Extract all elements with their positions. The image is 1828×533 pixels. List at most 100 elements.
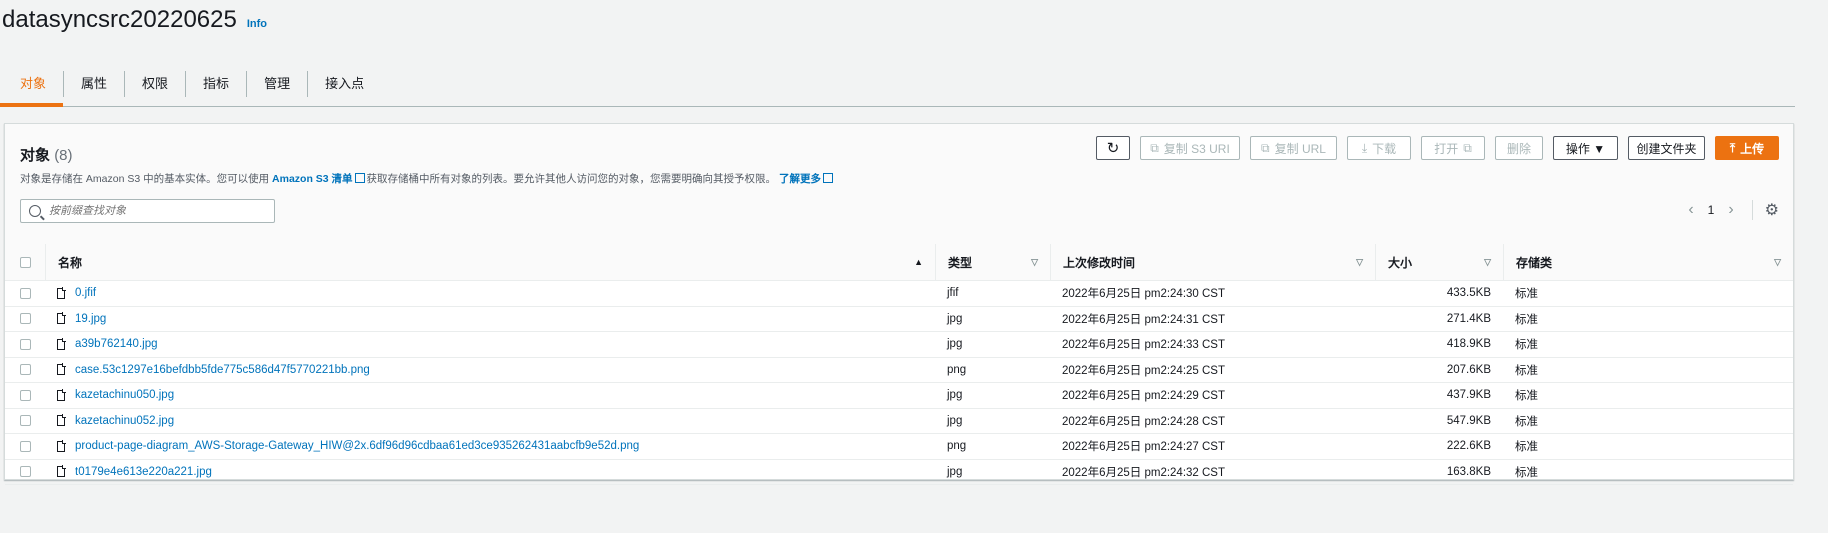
size-cell: 437.9KB bbox=[1375, 382, 1503, 409]
row-select-cell bbox=[5, 459, 45, 485]
col-storage-label: 存储类 bbox=[1516, 255, 1553, 270]
external-link-icon bbox=[354, 173, 365, 183]
tab-metrics[interactable]: 指标 bbox=[185, 71, 246, 97]
name-cell: kazetachinu050.jpg bbox=[45, 382, 935, 409]
copy-s3-uri-button[interactable]: ⧉ 复制 S3 URI bbox=[1140, 136, 1240, 160]
row-select-cell bbox=[5, 306, 45, 332]
col-modified-label: 上次修改时间 bbox=[1063, 255, 1136, 270]
inventory-link[interactable]: Amazon S3 清单 bbox=[272, 173, 353, 185]
tab-management[interactable]: 管理 bbox=[246, 71, 307, 97]
table-row: case.53c1297e16befdbb5fde775c586d47f5770… bbox=[5, 357, 1793, 383]
row-checkbox[interactable] bbox=[19, 338, 31, 350]
col-header-storage[interactable]: 存储类 ▽ bbox=[1503, 244, 1793, 281]
file-icon bbox=[57, 414, 66, 427]
search-input[interactable] bbox=[47, 204, 251, 218]
tab-permissions[interactable]: 权限 bbox=[124, 71, 185, 97]
name-cell: 0.jfif bbox=[45, 280, 935, 307]
size-cell: 271.4KB bbox=[1375, 306, 1503, 332]
object-name-link[interactable]: kazetachinu050.jpg bbox=[75, 389, 174, 401]
col-header-name[interactable]: 名称 ▲ bbox=[45, 244, 935, 281]
search-icon bbox=[29, 205, 41, 217]
row-checkbox[interactable] bbox=[19, 466, 31, 478]
row-checkbox[interactable] bbox=[19, 415, 31, 427]
name-cell: kazetachinu052.jpg bbox=[45, 408, 935, 434]
row-checkbox[interactable] bbox=[19, 389, 31, 401]
object-name-link[interactable]: 0.jfif bbox=[75, 287, 96, 299]
storage-class-cell: 标准 bbox=[1503, 280, 1793, 307]
create-folder-button[interactable]: 创建文件夹 bbox=[1628, 136, 1705, 160]
chevron-left-icon[interactable]: ‹ bbox=[1688, 201, 1693, 219]
object-name-link[interactable]: product-page-diagram_AWS-Storage-Gateway… bbox=[75, 440, 639, 452]
col-header-size[interactable]: 大小 ▽ bbox=[1375, 244, 1503, 281]
copy-icon: ⧉ bbox=[1261, 140, 1270, 155]
row-checkbox[interactable] bbox=[19, 287, 31, 299]
object-name-link[interactable]: t0179e4e613e220a221.jpg bbox=[75, 466, 212, 478]
row-checkbox[interactable] bbox=[19, 364, 31, 376]
objects-title-text: 对象 bbox=[20, 147, 51, 164]
file-icon bbox=[57, 337, 66, 350]
row-select-cell bbox=[5, 357, 45, 383]
tab-access-points[interactable]: 接入点 bbox=[307, 71, 381, 97]
search-field[interactable] bbox=[20, 199, 275, 223]
row-select-cell bbox=[5, 408, 45, 434]
gear-icon[interactable]: ⚙ bbox=[1765, 200, 1779, 220]
page-number[interactable]: 1 bbox=[1708, 203, 1715, 217]
actions-dropdown[interactable]: 操作 ▼ bbox=[1553, 136, 1618, 160]
col-name-label: 名称 bbox=[58, 255, 83, 270]
copy-icon: ⧉ bbox=[1150, 140, 1159, 155]
name-cell: case.53c1297e16befdbb5fde775c586d47f5770… bbox=[45, 357, 935, 383]
col-header-modified[interactable]: 上次修改时间 ▽ bbox=[1050, 244, 1375, 281]
modified-cell: 2022年6月25日 pm2:24:30 CST bbox=[1050, 280, 1375, 307]
delete-button[interactable]: 删除 bbox=[1495, 136, 1543, 160]
storage-class-cell: 标准 bbox=[1503, 408, 1793, 434]
download-button[interactable]: ⤓ 下载 bbox=[1347, 136, 1411, 160]
object-name-link[interactable]: a39b762140.jpg bbox=[75, 338, 158, 350]
sort-icon: ▽ bbox=[1774, 256, 1781, 267]
type-cell: jpg bbox=[935, 408, 1050, 434]
upload-icon: ⤒ bbox=[1729, 140, 1736, 155]
sort-asc-icon: ▲ bbox=[914, 257, 923, 267]
learn-more-link[interactable]: 了解更多 bbox=[779, 173, 821, 185]
modified-cell: 2022年6月25日 pm2:24:33 CST bbox=[1050, 331, 1375, 358]
row-checkbox[interactable] bbox=[19, 440, 31, 452]
chevron-right-icon[interactable]: › bbox=[1728, 201, 1733, 219]
file-icon bbox=[57, 286, 66, 299]
table-row: a39b762140.jpg jpg 2022年6月25日 pm2:24:33 CS… bbox=[5, 331, 1793, 358]
objects-panel-header: 对象 (8) 对象是存储在 Amazon S3 中的基本实体。您可以使用 Ama… bbox=[5, 124, 1793, 245]
col-header-type[interactable]: 类型 ▽ bbox=[935, 244, 1050, 281]
row-select-cell bbox=[5, 382, 45, 409]
size-cell: 207.6KB bbox=[1375, 357, 1503, 383]
modified-cell: 2022年6月25日 pm2:24:31 CST bbox=[1050, 306, 1375, 332]
refresh-button[interactable]: ↻ bbox=[1096, 136, 1130, 160]
tab-objects[interactable]: 对象 bbox=[0, 71, 64, 107]
select-all-checkbox[interactable] bbox=[19, 256, 31, 268]
tab-properties[interactable]: 属性 bbox=[63, 71, 124, 97]
object-name-link[interactable]: 19.jpg bbox=[75, 313, 106, 325]
objects-description: 对象是存储在 Amazon S3 中的基本实体。您可以使用 Amazon S3 … bbox=[20, 171, 835, 186]
info-link[interactable]: Info bbox=[247, 18, 267, 30]
objects-title: 对象 (8) bbox=[20, 144, 73, 165]
col-size-label: 大小 bbox=[1388, 255, 1413, 270]
row-checkbox[interactable] bbox=[19, 313, 31, 325]
sort-icon: ▽ bbox=[1031, 256, 1038, 267]
table-row: kazetachinu052.jpg jpg 2022年6月25日 pm2:24:2… bbox=[5, 408, 1793, 434]
sort-icon: ▽ bbox=[1484, 256, 1491, 267]
type-cell: jpg bbox=[935, 459, 1050, 485]
modified-cell: 2022年6月25日 pm2:24:29 CST bbox=[1050, 382, 1375, 409]
upload-button[interactable]: ⤒ 上传 bbox=[1715, 136, 1779, 160]
table-header-row: 名称 ▲ 类型 ▽ 上次修改时间 ▽ 大小 ▽ 存储类 ▽ bbox=[5, 244, 1793, 281]
copy-url-label: 复制 URL bbox=[1274, 141, 1326, 156]
modified-cell: 2022年6月25日 pm2:24:32 CST bbox=[1050, 459, 1375, 485]
desc-text-1: 对象是存储在 Amazon S3 中的基本实体。您可以使用 bbox=[20, 173, 273, 185]
object-name-link[interactable]: kazetachinu052.jpg bbox=[75, 415, 174, 427]
open-button[interactable]: 打开 ⧉ bbox=[1421, 136, 1485, 160]
file-icon bbox=[57, 388, 66, 401]
toolbar: ↻ ⧉ 复制 S3 URI ⧉ 复制 URL ⤓ 下载 打开 ⧉ 删除 操作 ▼ 创建文… bbox=[1096, 136, 1779, 160]
page-header: datasyncsrc20220625 Info bbox=[2, 6, 267, 34]
object-name-link[interactable]: case.53c1297e16befdbb5fde775c586d47f5770… bbox=[75, 364, 370, 376]
size-cell: 433.5KB bbox=[1375, 280, 1503, 307]
copy-url-button[interactable]: ⧉ 复制 URL bbox=[1250, 136, 1337, 160]
storage-class-cell: 标准 bbox=[1503, 306, 1793, 332]
row-select-cell bbox=[5, 280, 45, 307]
file-icon bbox=[57, 312, 66, 325]
